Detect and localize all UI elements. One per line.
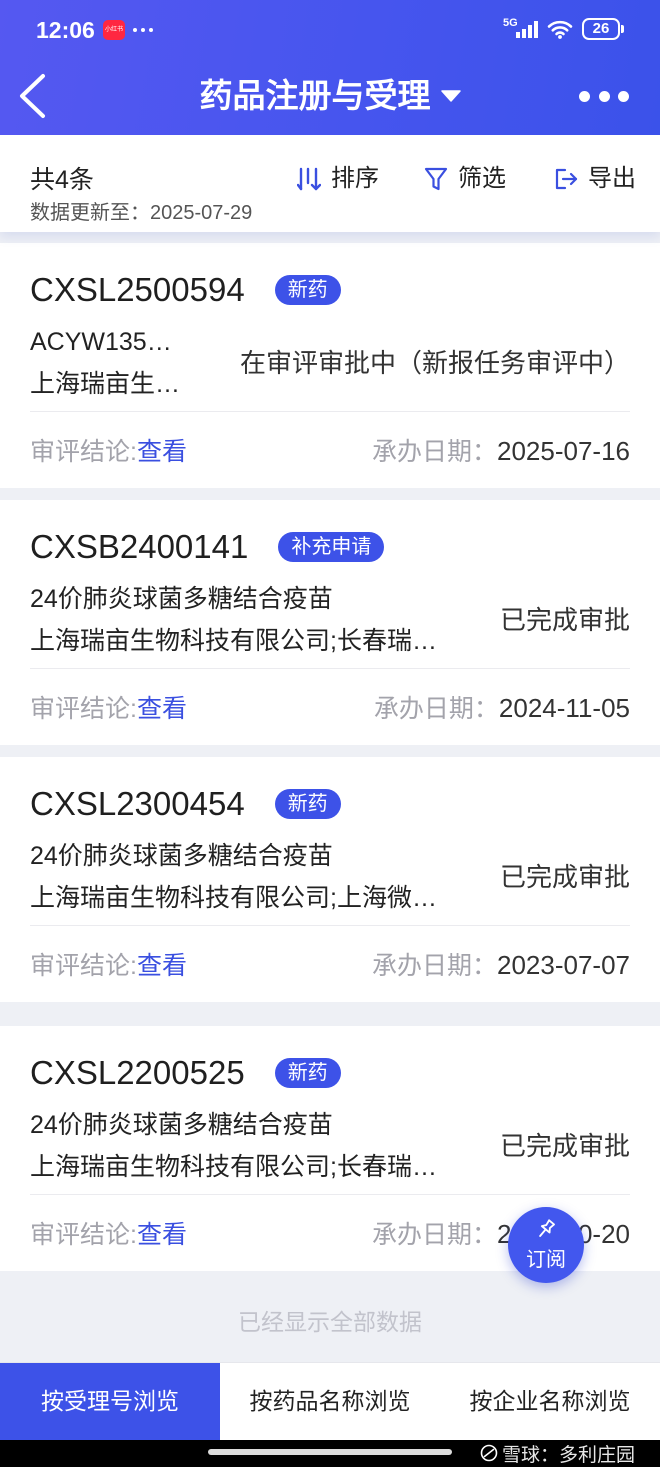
- browse-tab-bar: 按受理号浏览 按药品名称浏览 按企业名称浏览: [0, 1362, 660, 1440]
- record-body: 24价肺炎球菌多糖结合疫苗 上海瑞亩生物科技有限公司;上海微… 已完成审批: [30, 835, 630, 919]
- acceptance-number: CXSL2300454: [30, 785, 245, 822]
- conclusion-label: 审评结论:: [30, 952, 137, 980]
- date-label: 承办日期：: [371, 1221, 497, 1249]
- title-dropdown[interactable]: 药品注册与受理: [200, 72, 461, 120]
- view-conclusion-link[interactable]: 查看: [137, 952, 187, 980]
- date-value: 2025-07-16: [497, 436, 630, 466]
- filter-button[interactable]: 筛选: [424, 162, 506, 196]
- drug-name: 24价肺炎球菌多糖结合疫苗: [30, 842, 333, 870]
- drug-name: ACYW135…: [30, 328, 172, 356]
- record-card[interactable]: CXSB2400141 补充申请 24价肺炎球菌多糖结合疫苗 上海瑞亩生物科技有…: [0, 500, 660, 745]
- acceptance-date: 承办日期：2022-10-20: [372, 1215, 630, 1251]
- signal-bars-icon: [516, 21, 538, 38]
- acceptance-number: CXSL2200525: [30, 1054, 245, 1091]
- tab-browse-by-company-name[interactable]: 按企业名称浏览: [440, 1363, 660, 1440]
- filter-icon: [424, 167, 448, 191]
- list-end-text: 已经显示全部数据: [238, 1309, 422, 1335]
- more-notifications-icon: [133, 28, 153, 32]
- title-area: 药品注册与受理: [0, 72, 660, 120]
- acceptance-number: CXSL2500594: [30, 271, 245, 308]
- record-head: CXSL2200525 新药: [30, 1026, 630, 1098]
- export-label: 导出: [588, 165, 636, 192]
- page-title: 药品注册与受理: [199, 77, 431, 114]
- date-label: 承办日期：: [371, 438, 497, 466]
- record-body: ACYW135… 上海瑞亩生… 在审评审批中（新报任务审评中）: [30, 321, 630, 405]
- record-card[interactable]: CXSL2500594 新药 ACYW135… 上海瑞亩生… 在审评审批中（新报…: [0, 243, 660, 488]
- export-icon: [555, 168, 578, 190]
- application-type-badge: 新药: [274, 1058, 341, 1088]
- acceptance-date: 承办日期：2025-07-16: [372, 432, 630, 468]
- subscribe-label: 订阅: [526, 1249, 566, 1271]
- battery-nub: [621, 25, 624, 33]
- filter-label: 筛选: [458, 165, 506, 192]
- record-info: ACYW135… 上海瑞亩生…: [30, 321, 200, 405]
- date-label: 承办日期：: [373, 695, 499, 723]
- company-name: 上海瑞亩生物科技有限公司;上海微…: [30, 884, 437, 912]
- company-name: 上海瑞亩生物科技有限公司;长春瑞…: [30, 1153, 437, 1181]
- battery-indicator: 26: [582, 18, 620, 40]
- review-conclusion: 审评结论:查看: [30, 946, 187, 982]
- date-value: 2023-07-07: [497, 950, 630, 980]
- app-header: 12:06 小红书 5G 26 药品注册与受理: [0, 0, 660, 135]
- pin-icon: [539, 1219, 555, 1237]
- review-conclusion: 审评结论:查看: [30, 689, 187, 725]
- acceptance-date: 承办日期：2024-11-05: [374, 689, 630, 725]
- subscribe-button[interactable]: 订阅: [508, 1207, 584, 1283]
- tab-browse-by-drug-name[interactable]: 按药品名称浏览: [220, 1363, 440, 1440]
- date-value: 2024-11-05: [498, 693, 630, 723]
- record-card[interactable]: CXSL2300454 新药 24价肺炎球菌多糖结合疫苗 上海瑞亩生物科技有限公…: [0, 757, 660, 1002]
- status-time: 12:06: [36, 17, 95, 43]
- application-type-badge: 补充申请: [278, 532, 385, 562]
- review-status: 已完成审批: [499, 862, 630, 892]
- xiaohongshu-icon: 小红书: [103, 20, 125, 40]
- view-conclusion-link[interactable]: 查看: [137, 438, 187, 466]
- wifi-icon: [547, 20, 573, 39]
- list-toolbar: 共4条 数据更新至：2025-07-29 排序 筛选 导出: [0, 135, 660, 232]
- record-body: 24价肺炎球菌多糖结合疫苗 上海瑞亩生物科技有限公司;长春瑞… 已完成审批: [30, 1104, 630, 1188]
- review-status: 已完成审批: [499, 605, 630, 635]
- export-button[interactable]: 导出: [554, 162, 636, 196]
- record-list: CXSL2500594 新药 ACYW135… 上海瑞亩生… 在审评审批中（新报…: [0, 243, 660, 1283]
- date-label: 承办日期：: [371, 952, 497, 980]
- view-conclusion-link[interactable]: 查看: [137, 695, 187, 723]
- watermark: 雪球：多利庄园: [480, 1440, 635, 1466]
- record-info: 24价肺炎球菌多糖结合疫苗 上海瑞亩生物科技有限公司;上海微…: [30, 835, 460, 919]
- conclusion-label: 审评结论:: [30, 695, 137, 723]
- caret-down-icon: [440, 90, 461, 102]
- sort-button[interactable]: 排序: [297, 162, 379, 196]
- record-footer: 审评结论:查看 承办日期：2025-07-16: [30, 412, 630, 488]
- drug-name: 24价肺炎球菌多糖结合疫苗: [30, 585, 333, 613]
- record-head: CXSL2500594 新药: [30, 243, 630, 315]
- watermark-text: 雪球：多利庄园: [502, 1444, 636, 1466]
- data-update-date: 数据更新至：2025-07-29: [30, 202, 253, 224]
- review-conclusion: 审评结论:查看: [30, 1215, 187, 1251]
- record-info: 24价肺炎球菌多糖结合疫苗 上海瑞亩生物科技有限公司;长春瑞…: [30, 1104, 460, 1188]
- more-dots-icon[interactable]: [579, 82, 629, 110]
- conclusion-label: 审评结论:: [30, 438, 137, 466]
- review-conclusion: 审评结论:查看: [30, 432, 187, 468]
- record-footer: 审评结论:查看 承办日期：2024-11-05: [30, 669, 630, 745]
- application-type-badge: 新药: [274, 275, 341, 305]
- total-count: 共4条: [30, 166, 94, 194]
- company-name: 上海瑞亩生物科技有限公司;长春瑞…: [30, 627, 437, 655]
- review-status: 已完成审批: [499, 1131, 630, 1161]
- xueqiu-logo-icon: [480, 1444, 498, 1462]
- application-type-badge: 新药: [274, 789, 341, 819]
- record-info: 24价肺炎球菌多糖结合疫苗 上海瑞亩生物科技有限公司;长春瑞…: [30, 578, 460, 662]
- record-head: CXSL2300454 新药: [30, 757, 630, 829]
- sort-label: 排序: [331, 165, 379, 192]
- sort-icon: [297, 167, 321, 191]
- record-head: CXSB2400141 补充申请: [30, 500, 630, 572]
- tab-browse-by-acceptance-number[interactable]: 按受理号浏览: [0, 1363, 220, 1440]
- view-conclusion-link[interactable]: 查看: [137, 1221, 187, 1249]
- conclusion-label: 审评结论:: [30, 1221, 137, 1249]
- review-status: 在审评审批中（新报任务审评中）: [239, 348, 630, 378]
- acceptance-date: 承办日期：2023-07-07: [372, 946, 630, 982]
- drug-name: 24价肺炎球菌多糖结合疫苗: [30, 1111, 333, 1139]
- home-indicator[interactable]: [208, 1449, 452, 1455]
- record-body: 24价肺炎球菌多糖结合疫苗 上海瑞亩生物科技有限公司;长春瑞… 已完成审批: [30, 578, 630, 662]
- acceptance-number: CXSB2400141: [30, 528, 249, 565]
- record-footer: 审评结论:查看 承办日期：2023-07-07: [30, 926, 630, 1002]
- company-name: 上海瑞亩生…: [30, 370, 181, 398]
